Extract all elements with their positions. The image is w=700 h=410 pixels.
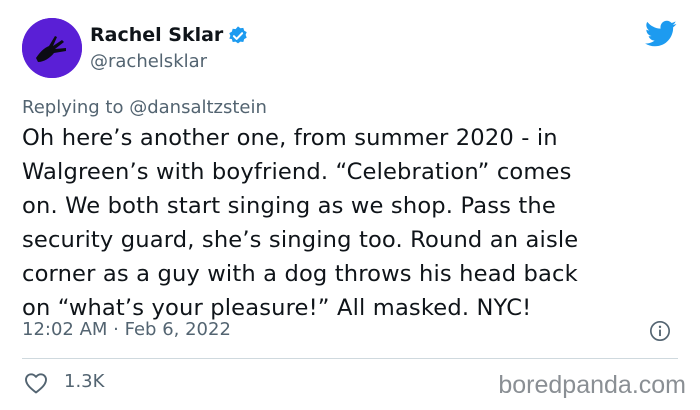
tweet-line: Oh here’s another one, from summer 2020 … <box>22 125 558 151</box>
tweet-text: Oh here’s another one, from summer 2020 … <box>22 121 692 325</box>
info-icon[interactable] <box>649 320 671 342</box>
divider <box>22 358 678 359</box>
like-count[interactable]: 1.3K <box>64 370 104 394</box>
tweet-timestamp[interactable]: 12:02 AM · Feb 6, 2022 <box>22 318 231 342</box>
avatar[interactable] <box>22 18 82 78</box>
twitter-bird-icon[interactable] <box>645 20 677 48</box>
reply-prefix: Replying to <box>22 97 124 118</box>
reply-context: Replying to @dansaltzstein <box>22 96 267 120</box>
user-handle[interactable]: @rachelsklar <box>90 50 207 74</box>
verified-badge-icon <box>229 26 247 44</box>
heart-icon[interactable] <box>24 372 48 394</box>
tweet-line: corner as a guy with a dog throws his he… <box>22 261 578 287</box>
tweet-line: security guard, she’s singing too. Round… <box>22 227 579 253</box>
tweet-line: on. We both start singing as we shop. Pa… <box>22 193 556 219</box>
tweet-line: Walgreen’s with boyfriend. “Celebration”… <box>22 159 572 185</box>
tweet-card: Rachel Sklar @rachelsklar Replying to @d… <box>0 0 700 410</box>
display-name[interactable]: Rachel Sklar <box>90 22 223 48</box>
watermark: boredpanda.com <box>498 371 686 399</box>
avatar-image <box>22 18 82 78</box>
reply-mention-link[interactable]: @dansaltzstein <box>129 97 267 118</box>
